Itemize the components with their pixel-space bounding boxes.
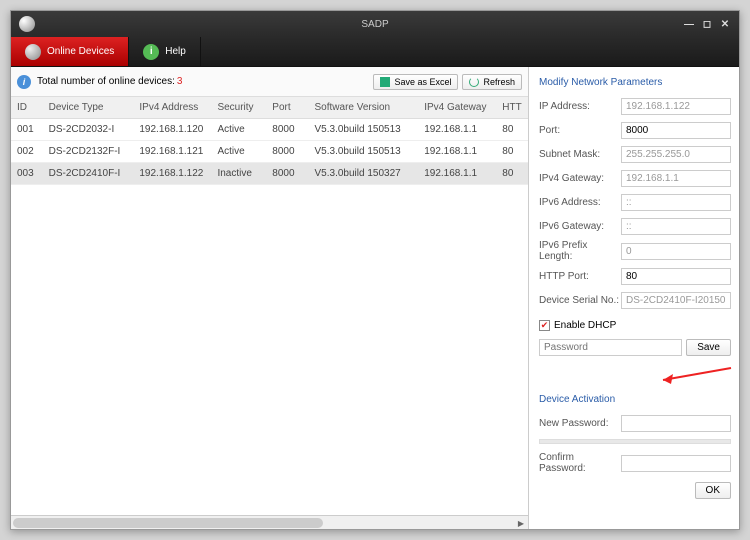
table-cell: V5.3.0build 150513 (309, 119, 419, 141)
table-cell: 80 (496, 119, 528, 141)
table-cell: 192.168.1.1 (418, 119, 496, 141)
table-header-row: ID Device Type IPv4 Address Security Por… (11, 97, 528, 119)
tab-label: Help (165, 46, 186, 57)
table-cell: 002 (11, 141, 43, 163)
table-cell: 001 (11, 119, 43, 141)
newpwd-label: New Password: (539, 418, 621, 429)
excel-icon (380, 77, 390, 87)
ipv6pl-input[interactable] (621, 243, 731, 260)
subnet-label: Subnet Mask: (539, 149, 621, 160)
ip-input[interactable] (621, 98, 731, 115)
table-cell: 80 (496, 163, 528, 185)
enable-dhcp-checkbox[interactable]: ✔ Enable DHCP (539, 320, 731, 331)
device-table-wrap[interactable]: ID Device Type IPv4 Address Security Por… (11, 97, 528, 515)
refresh-icon (469, 77, 479, 87)
refresh-button[interactable]: Refresh (462, 74, 522, 90)
device-count: 3 (177, 76, 183, 87)
maximize-button[interactable]: ◻ (701, 18, 713, 30)
ipv6gw-input[interactable] (621, 218, 731, 235)
table-cell: Inactive (211, 163, 266, 185)
titlebar: SADP — ◻ ✕ (11, 11, 739, 37)
table-cell: DS-2CD2132F-I (43, 141, 134, 163)
table-row[interactable]: 003DS-2CD2410F-I192.168.1.122Inactive800… (11, 163, 528, 185)
info-icon: i (17, 75, 31, 89)
tab-label: Online Devices (47, 46, 114, 57)
serial-input[interactable] (621, 292, 731, 309)
devices-icon (25, 44, 41, 60)
col-http[interactable]: HTT (496, 97, 528, 119)
app-window: SADP — ◻ ✕ Online Devices i Help i Total… (10, 10, 740, 530)
help-icon: i (143, 44, 159, 60)
dhcp-label: Enable DHCP (554, 320, 616, 331)
ip-label: IP Address: (539, 101, 621, 112)
table-row[interactable]: 002DS-2CD2132F-I192.168.1.121Active8000V… (11, 141, 528, 163)
modify-params-title: Modify Network Parameters (539, 77, 731, 88)
table-cell: V5.3.0build 150327 (309, 163, 419, 185)
device-table: ID Device Type IPv4 Address Security Por… (11, 97, 528, 185)
new-password-input[interactable] (621, 415, 731, 432)
save-as-excel-button[interactable]: Save as Excel (373, 74, 458, 90)
minimize-button[interactable]: — (683, 18, 695, 30)
right-pane: Modify Network Parameters IP Address: Po… (529, 67, 739, 529)
table-cell: 8000 (266, 141, 308, 163)
col-port[interactable]: Port (266, 97, 308, 119)
table-cell: 8000 (266, 119, 308, 141)
close-button[interactable]: ✕ (719, 18, 731, 30)
table-cell: 192.168.1.1 (418, 163, 496, 185)
ipv6gw-label: IPv6 Gateway: (539, 221, 621, 232)
http-input[interactable] (621, 268, 731, 285)
table-cell: 192.168.1.1 (418, 141, 496, 163)
checkbox-icon: ✔ (539, 320, 550, 331)
col-security[interactable]: Security (211, 97, 266, 119)
confirm-password-input[interactable] (621, 455, 731, 472)
ipv6pl-label: IPv6 Prefix Length: (539, 240, 621, 262)
col-gateway[interactable]: IPv4 Gateway (418, 97, 496, 119)
ok-button[interactable]: OK (695, 482, 731, 499)
table-cell: 8000 (266, 163, 308, 185)
col-software[interactable]: Software Version (309, 97, 419, 119)
table-cell: 192.168.1.122 (133, 163, 211, 185)
gateway-input[interactable] (621, 170, 731, 187)
horizontal-scrollbar[interactable]: ◀ ▶ (11, 515, 528, 529)
device-activation-title: Device Activation (539, 394, 731, 405)
tab-help[interactable]: i Help (129, 37, 201, 66)
table-cell: DS-2CD2410F-I (43, 163, 134, 185)
annotation-arrow (539, 370, 731, 388)
col-device-type[interactable]: Device Type (43, 97, 134, 119)
scroll-right-icon[interactable]: ▶ (514, 516, 528, 530)
save-button[interactable]: Save (686, 339, 731, 356)
table-cell: Active (211, 141, 266, 163)
subnet-input[interactable] (621, 146, 731, 163)
gateway-label: IPv4 Gateway: (539, 173, 621, 184)
menubar: Online Devices i Help (11, 37, 739, 67)
serial-label: Device Serial No.: (539, 295, 621, 306)
admin-password-input[interactable] (539, 339, 682, 356)
window-title: SADP (361, 19, 388, 30)
tab-online-devices[interactable]: Online Devices (11, 37, 129, 66)
left-pane: i Total number of online devices: 3 Save… (11, 67, 529, 529)
port-label: Port: (539, 125, 621, 136)
ipv6-input[interactable] (621, 194, 731, 211)
http-label: HTTP Port: (539, 271, 621, 282)
table-cell: 192.168.1.121 (133, 141, 211, 163)
scroll-thumb[interactable] (13, 518, 323, 528)
table-cell: 003 (11, 163, 43, 185)
confirm-label: Confirm Password: (539, 452, 621, 474)
table-cell: 80 (496, 141, 528, 163)
total-devices-label: Total number of online devices: (37, 76, 175, 87)
toolbar: i Total number of online devices: 3 Save… (11, 67, 528, 97)
table-cell: 192.168.1.120 (133, 119, 211, 141)
table-cell: Active (211, 119, 266, 141)
app-logo-icon (19, 16, 35, 32)
ipv6-label: IPv6 Address: (539, 197, 621, 208)
port-input[interactable] (621, 122, 731, 139)
password-strength-meter (539, 439, 731, 444)
col-ipv4[interactable]: IPv4 Address (133, 97, 211, 119)
table-cell: DS-2CD2032-I (43, 119, 134, 141)
table-cell: V5.3.0build 150513 (309, 141, 419, 163)
table-row[interactable]: 001DS-2CD2032-I192.168.1.120Active8000V5… (11, 119, 528, 141)
col-id[interactable]: ID (11, 97, 43, 119)
